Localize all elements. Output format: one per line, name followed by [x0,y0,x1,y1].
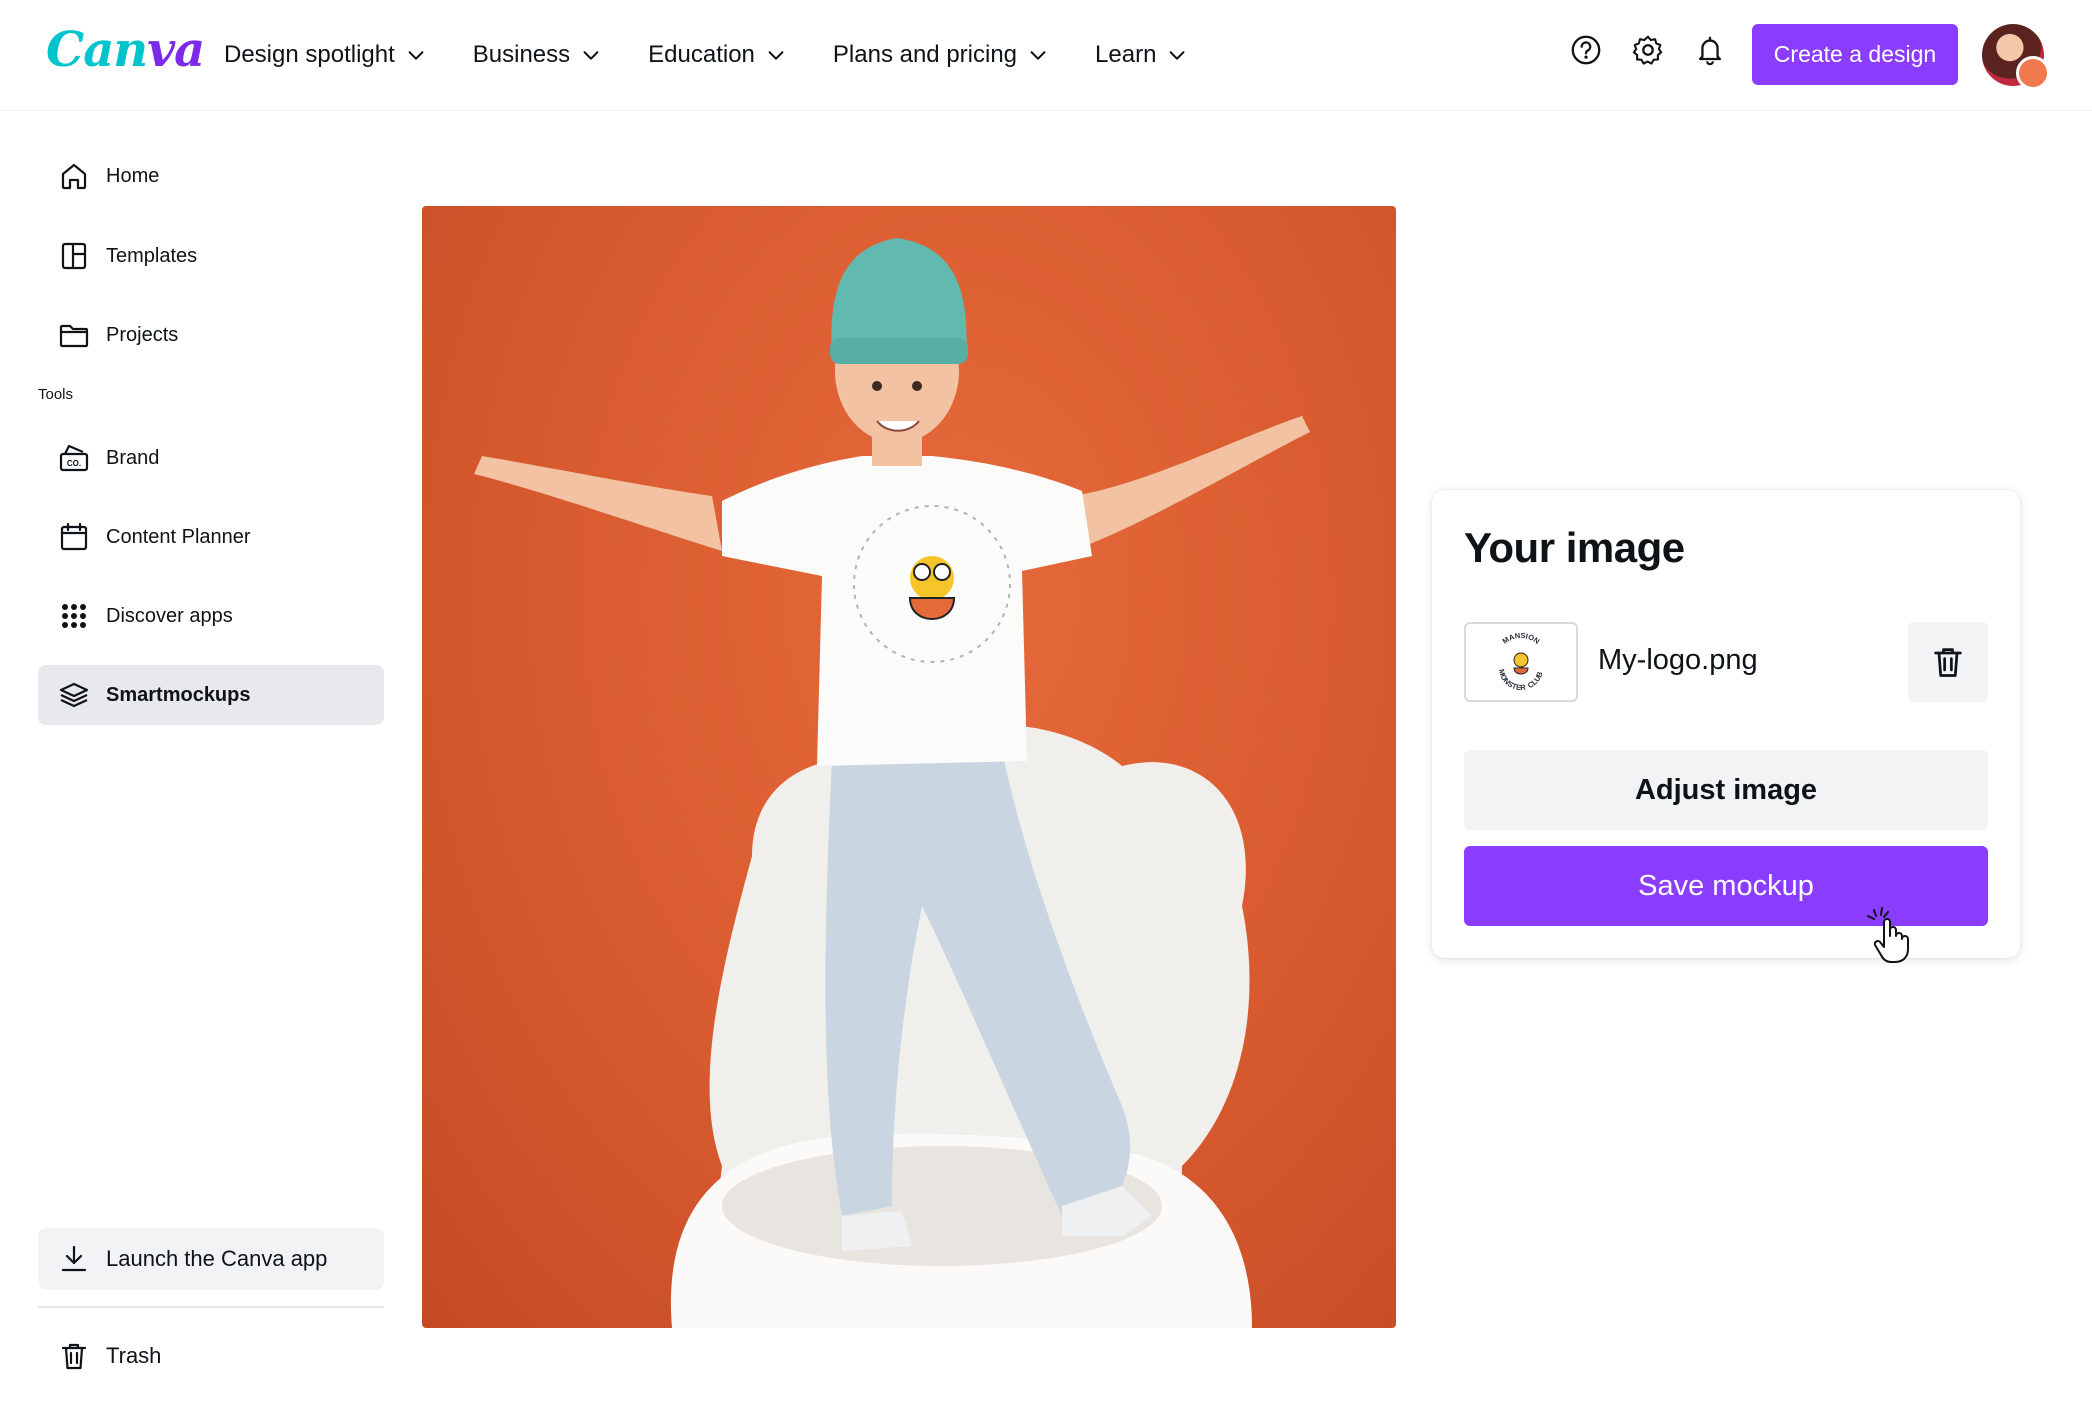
canva-logo[interactable]: Canva [46,22,205,78]
sidebar-item-label: Discover apps [106,604,233,627]
sidebar-item-label: Projects [106,323,179,346]
mockup-photo [422,206,1396,1328]
sidebar-item-discover-apps[interactable]: Discover apps [38,586,384,646]
download-icon [61,1245,87,1272]
logo-text-top: MANSION [1501,631,1542,646]
chevron-down-icon [1169,51,1185,60]
nav-plans-and-pricing[interactable]: Plans and pricing [833,41,1049,69]
sidebar-item-label: Content Planner [106,525,251,548]
panel-title: Your image [1464,524,1685,571]
main-menu: Design spotlight Business Education Plan… [224,0,1188,110]
header-icon-group [1568,32,1728,68]
svg-text:MANSION: MANSION [1501,631,1542,646]
logo-part-b: va [147,22,205,78]
nav-label: Business [472,41,571,68]
trash-label: Trash [106,1343,162,1368]
delete-image-button[interactable] [1908,622,1988,702]
sidebar-item-label: Smartmockups [106,683,251,706]
adjust-image-button[interactable]: Adjust image [1464,750,1988,830]
chevron-down-icon [768,51,784,60]
logo-text-right: CLUB [1526,670,1545,690]
help-icon[interactable] [1568,32,1604,68]
trash-icon [61,1343,87,1370]
sidebar-divider [38,1306,384,1308]
layers-icon [59,682,89,708]
nav-label: Learn [1095,41,1157,68]
trash-icon [1934,648,1962,677]
chevron-down-icon [1030,51,1046,60]
nav-label: Design spotlight [224,41,395,68]
sidebar-item-label: Brand [106,446,160,469]
home-icon [61,163,87,190]
your-image-panel: Your image MANSION MONSTER CLUB My-logo.… [1432,490,2020,958]
launch-label: Launch the Canva app [106,1246,328,1271]
nav-label: Plans and pricing [832,41,1018,68]
svg-text:CO.: CO. [67,459,81,468]
logo-part-a: Can [46,22,148,78]
nav-education[interactable]: Education [648,41,787,69]
mockup-illustration [474,238,1310,1328]
apps-grid-icon [62,604,86,628]
sidebar-item-projects[interactable]: Projects [38,305,384,365]
sidebar-item-content-planner[interactable]: Content Planner [38,507,384,567]
sidebar-item-label: Templates [106,244,198,267]
launch-canva-app-button[interactable]: Launch the Canva app [38,1228,384,1290]
nav-learn[interactable]: Learn [1095,41,1188,69]
sidebar-item-home[interactable]: Home [38,146,384,206]
pointer-cursor-icon [1867,907,1909,963]
avatar-status-badge [2016,56,2050,90]
create-design-button[interactable]: Create a design [1752,24,1958,85]
sidebar-item-trash[interactable]: Trash [38,1326,384,1386]
settings-icon[interactable] [1630,32,1666,68]
tools-section-label: Tools [38,386,74,403]
templates-icon [61,242,87,270]
bell-icon[interactable] [1692,32,1728,68]
nav-business[interactable]: Business [473,41,602,69]
sidebar-item-smartmockups[interactable]: Smartmockups [38,665,384,725]
brand-kit-icon: CO. [59,444,89,472]
nav-label: Education [648,41,755,68]
sidebar-item-label: Home [106,164,160,187]
sidebar-item-templates[interactable]: Templates [38,226,384,286]
chevron-down-icon [408,51,424,60]
svg-text:CLUB: CLUB [1526,670,1545,690]
sidebar-item-brand[interactable]: CO. Brand [38,428,384,488]
calendar-icon [60,522,88,551]
folder-icon [59,324,89,348]
nav-design-spotlight[interactable]: Design spotlight [224,41,427,69]
chevron-down-icon [583,51,599,60]
logo-thumbnail-image: MANSION MONSTER CLUB [1497,631,1545,692]
uploaded-file-name: My-logo.png [1598,644,1758,676]
logo-thumbnail[interactable]: MANSION MONSTER CLUB [1464,622,1578,702]
left-sidebar: Home Templates Projects Tools CO. Brand … [0,110,400,1424]
top-navigation-bar: Canva Design spotlight Business Educatio… [0,0,2092,110]
